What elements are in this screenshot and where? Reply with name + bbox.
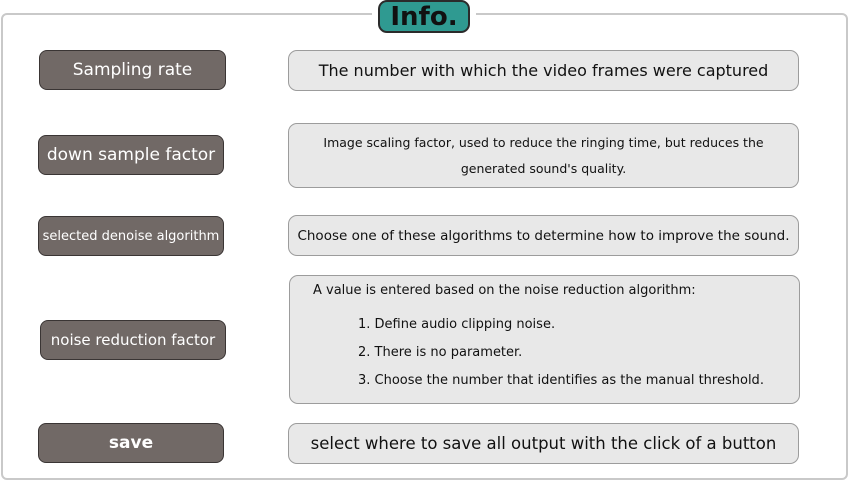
noise-reduction-option: 3. Choose the number that identifies as …	[358, 373, 764, 388]
save-description: select where to save all output with the…	[288, 423, 799, 464]
noise-reduction-options: 1. Define audio clipping noise. 2. There…	[358, 316, 764, 400]
down-sample-factor-button[interactable]: down sample factor	[38, 135, 224, 175]
noise-reduction-factor-button[interactable]: noise reduction factor	[40, 320, 226, 360]
noise-reduction-intro: A value is entered based on the noise re…	[313, 283, 696, 298]
info-title: Info.	[378, 0, 470, 33]
save-button[interactable]: save	[38, 423, 224, 463]
noise-reduction-option: 1. Define audio clipping noise.	[358, 317, 556, 332]
selected-denoise-algorithm-description: Choose one of these algorithms to determ…	[288, 215, 799, 256]
down-sample-factor-description: Image scaling factor, used to reduce the…	[288, 123, 799, 188]
sampling-rate-description: The number with which the video frames w…	[288, 50, 799, 91]
selected-denoise-algorithm-button[interactable]: selected denoise algorithm	[38, 216, 224, 256]
sampling-rate-button[interactable]: Sampling rate	[39, 50, 226, 90]
noise-reduction-option: 2. There is no parameter.	[358, 345, 523, 360]
noise-reduction-factor-description: A value is entered based on the noise re…	[289, 275, 800, 404]
